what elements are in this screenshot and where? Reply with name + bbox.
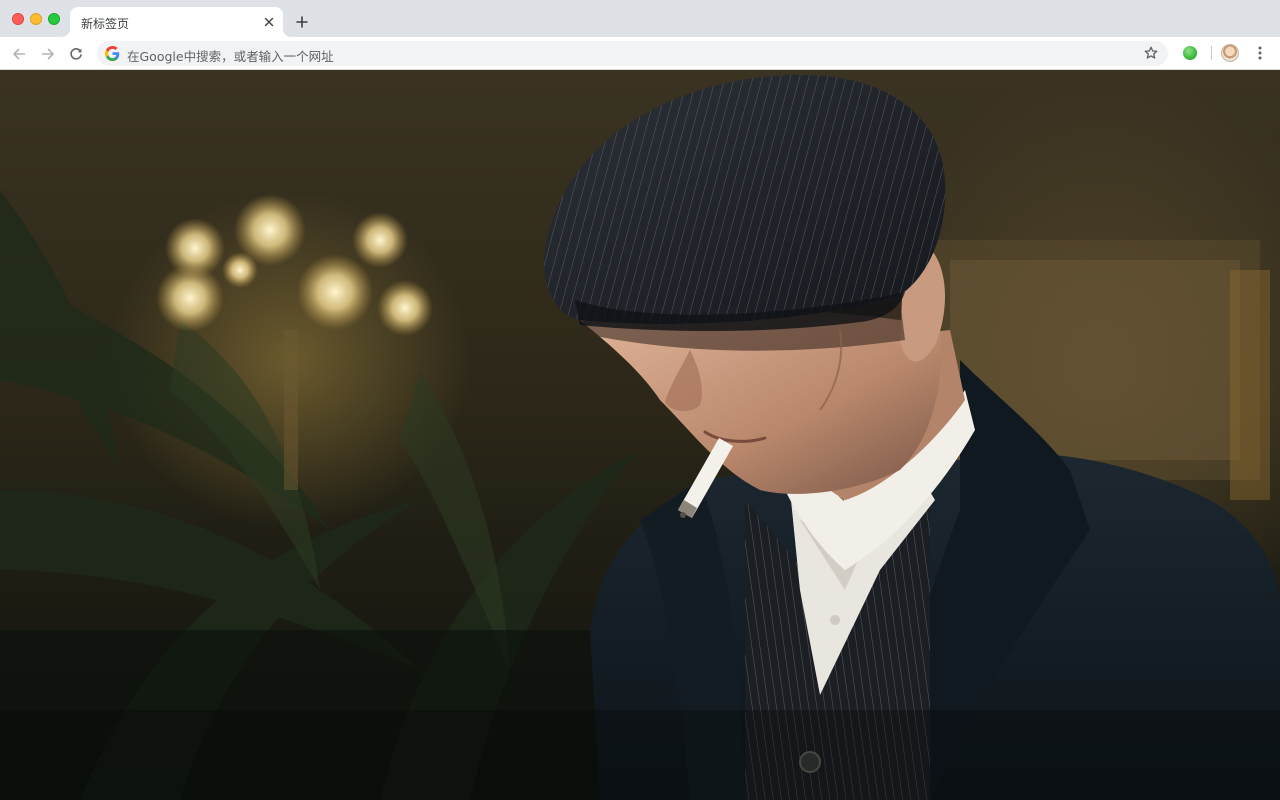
bookmark-star-button[interactable] — [1142, 44, 1160, 62]
close-icon[interactable] — [261, 14, 277, 30]
window-minimize-button[interactable] — [30, 13, 42, 25]
forward-button[interactable] — [37, 43, 59, 65]
toolbar: 在Google中搜索，或者输入一个网址 — [0, 37, 1280, 70]
tab-strip: 新标签页 — [0, 0, 1280, 37]
reload-icon — [70, 48, 82, 60]
new-tab-button[interactable] — [292, 12, 312, 32]
avatar[interactable] — [1221, 44, 1239, 62]
reload-button[interactable] — [65, 43, 87, 65]
star-icon — [1144, 46, 1158, 59]
menu-button[interactable] — [1252, 44, 1268, 62]
omnibox[interactable]: 在Google中搜索，或者输入一个网址 — [97, 41, 1168, 66]
toolbar-divider — [1211, 46, 1212, 60]
back-arrow-icon — [13, 48, 26, 60]
back-button[interactable] — [8, 43, 30, 65]
window-maximize-button[interactable] — [48, 13, 60, 25]
browser-window: 新标签页 在Google中搜索，或者输入一个网址 — [0, 0, 1280, 800]
omnibox-placeholder: 在Google中搜索，或者输入一个网址 — [127, 49, 334, 64]
tab-title: 新标签页 — [81, 17, 130, 31]
google-g-icon — [105, 46, 120, 61]
wallpaper-photo — [0, 70, 1280, 800]
kebab-menu-icon — [1258, 46, 1262, 60]
forward-arrow-icon — [41, 48, 54, 60]
plus-icon — [296, 16, 308, 28]
tab-new-tab[interactable]: 新标签页 — [70, 7, 283, 37]
green-circle-icon[interactable] — [1183, 46, 1197, 60]
window-close-button[interactable] — [12, 13, 24, 25]
